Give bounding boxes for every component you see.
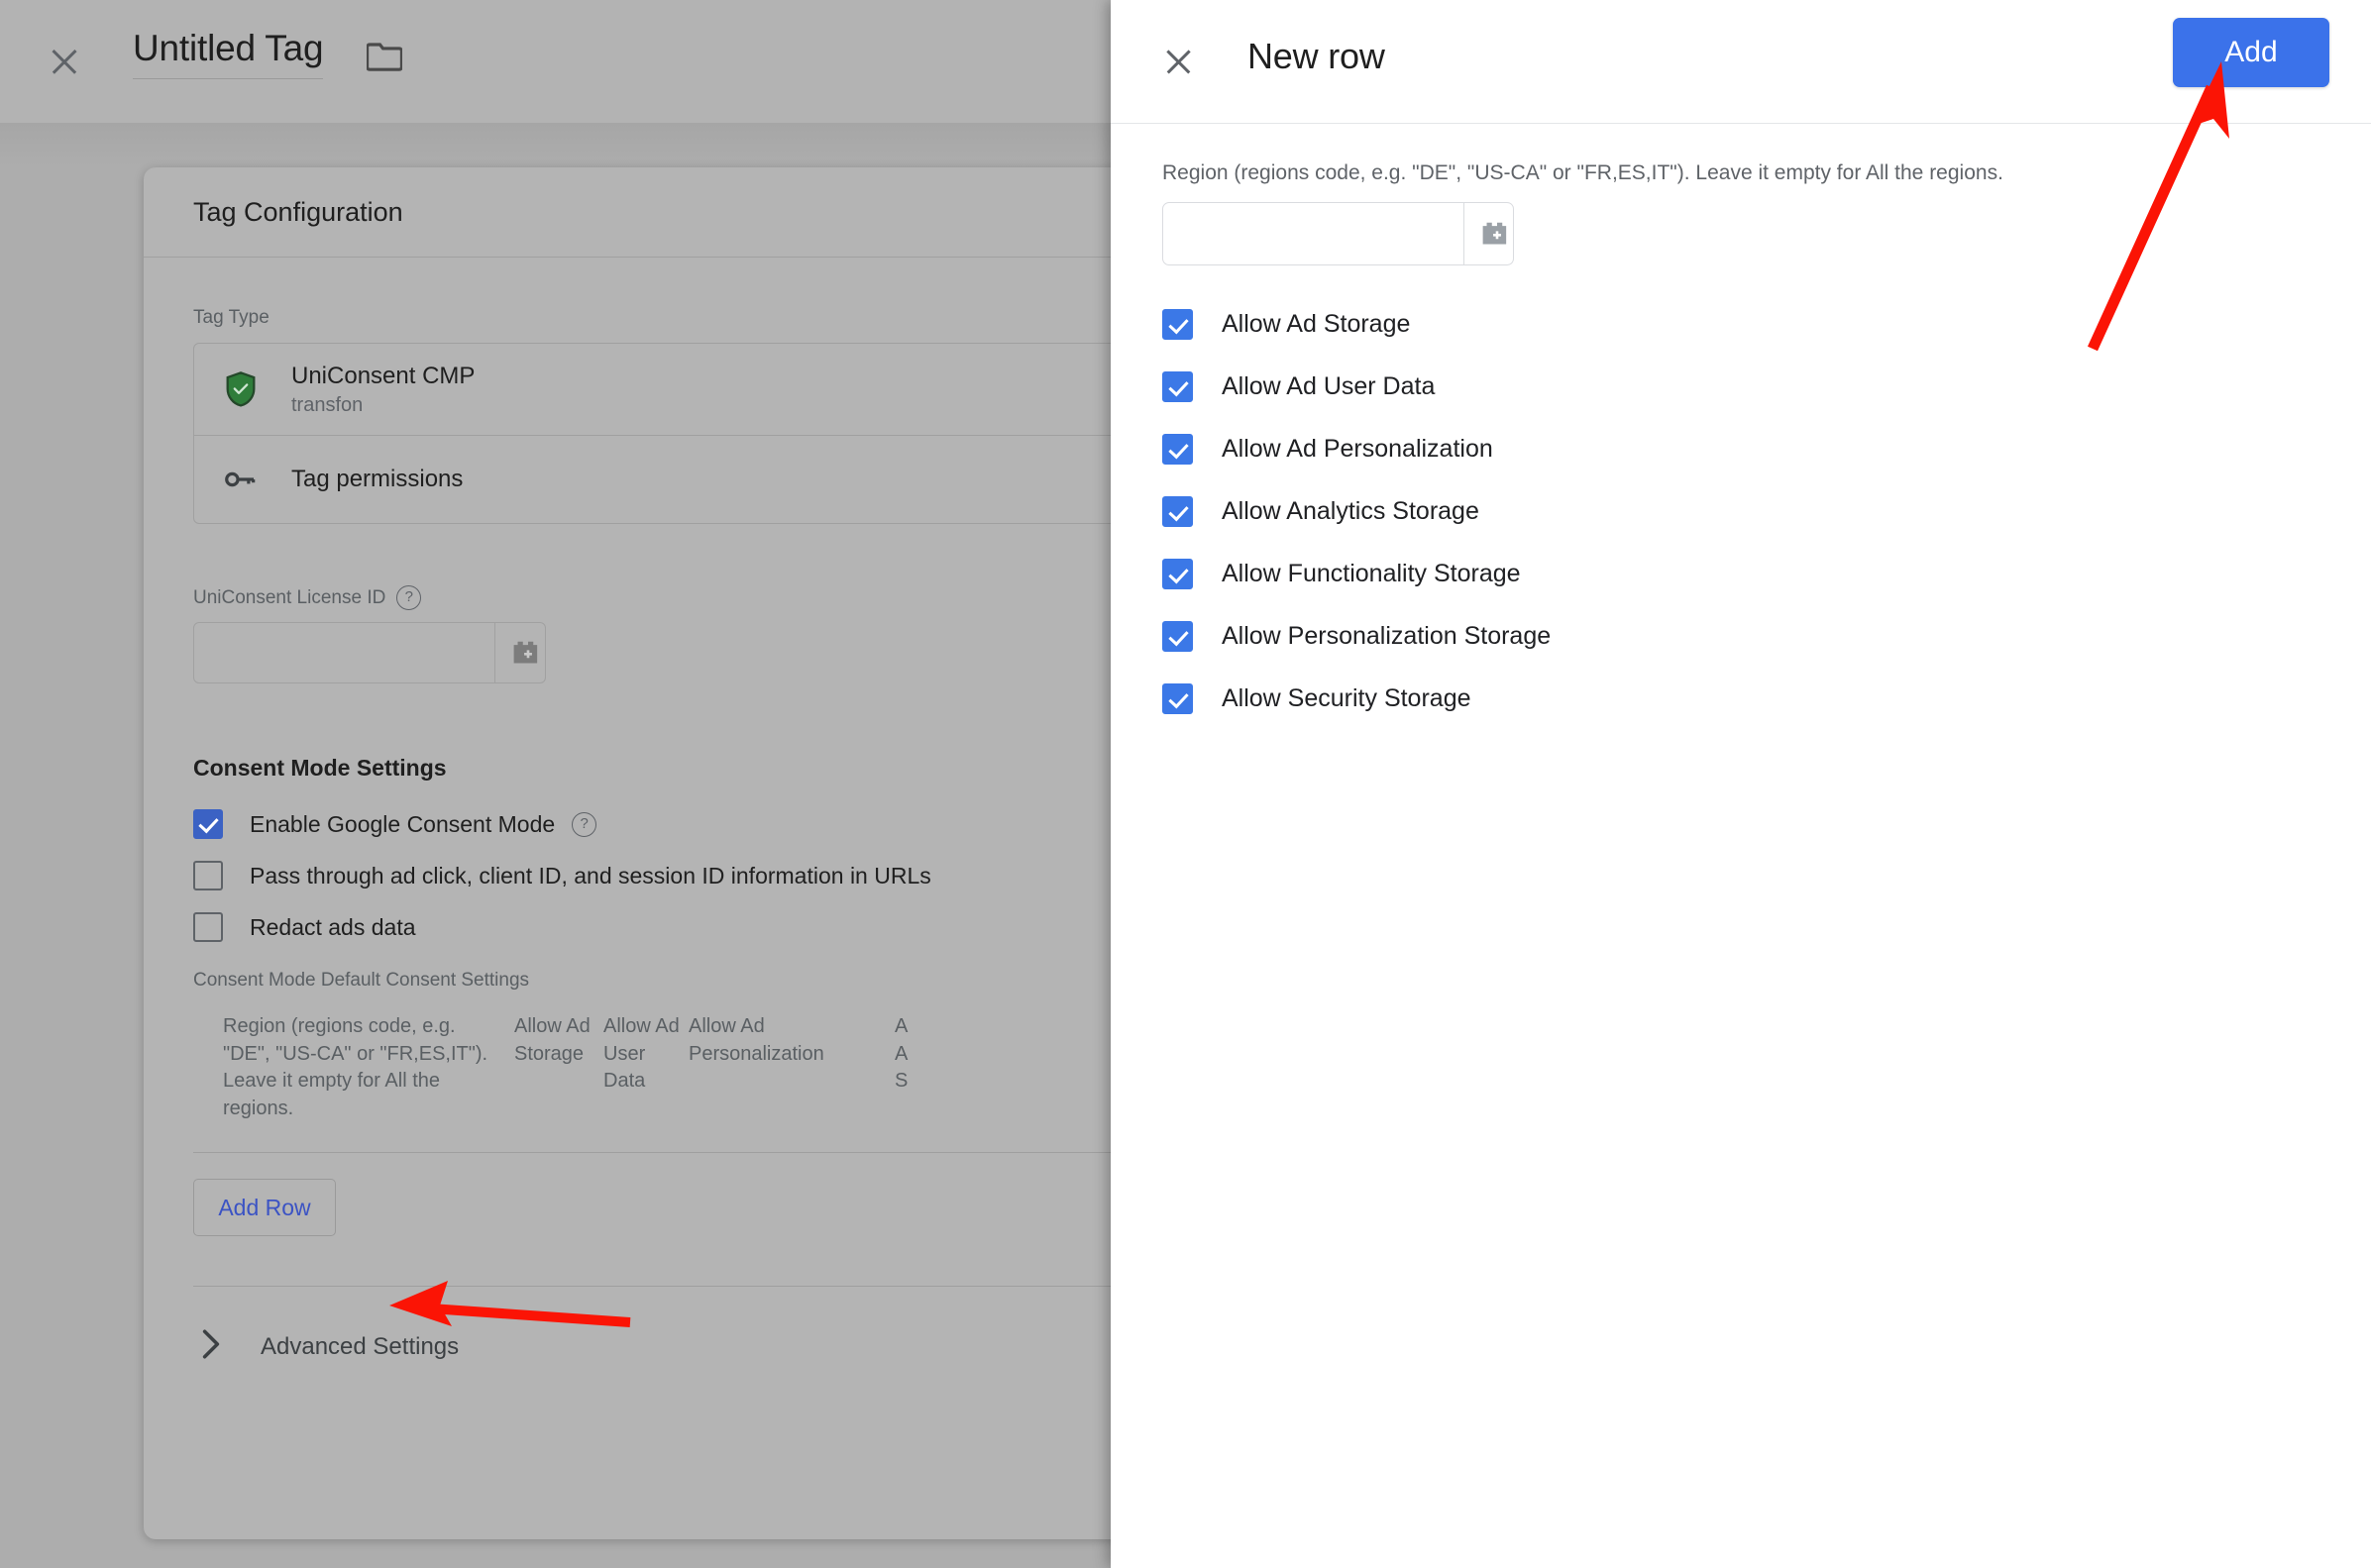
- column-header-allow-ad-storage: Allow Ad Storage: [514, 1015, 591, 1065]
- checkbox-box[interactable]: [1162, 559, 1193, 589]
- advanced-settings-label: Advanced Settings: [261, 1332, 460, 1360]
- checkbox-box[interactable]: [1162, 621, 1193, 652]
- variable-picker-icon[interactable]: [494, 623, 545, 682]
- license-id-label: UniConsent License ID: [193, 586, 386, 608]
- tag-permissions-row[interactable]: Tag permissions: [194, 435, 1111, 523]
- new-row-panel-header: New row Add: [1111, 0, 2371, 124]
- tag-title[interactable]: Untitled Tag: [133, 29, 324, 79]
- tag-type-box: UniConsent CMP transfon Tag permissions: [193, 343, 1111, 524]
- license-id-input-wrap: [193, 622, 546, 683]
- checkbox-label: Allow Ad Personalization: [1222, 435, 1493, 463]
- checkbox-label: Redact ads data: [250, 913, 416, 940]
- add-button[interactable]: Add: [2173, 18, 2329, 87]
- checkbox-allow-security-storage[interactable]: Allow Security Storage: [1162, 668, 2371, 730]
- checkbox-redact-ads-data[interactable]: Redact ads data: [193, 912, 1111, 942]
- checkbox-box[interactable]: [193, 912, 223, 942]
- region-input[interactable]: [1163, 203, 1463, 264]
- checkbox-allow-personalization-storage[interactable]: Allow Personalization Storage: [1162, 605, 2371, 668]
- checkbox-label: Allow Ad User Data: [1222, 372, 1436, 400]
- tag-type-selected-row[interactable]: UniConsent CMP transfon: [194, 344, 1111, 435]
- key-icon: [218, 470, 264, 489]
- chevron-right-icon: [201, 1328, 231, 1365]
- checkbox-label: Allow Analytics Storage: [1222, 497, 1479, 525]
- column-header-allow-ad-personalization: Allow Ad Personalization: [689, 1015, 824, 1065]
- tag-type-name: UniConsent CMP: [291, 363, 476, 389]
- add-row-button[interactable]: Add Row: [193, 1179, 336, 1237]
- region-input-wrap: [1162, 202, 1514, 265]
- shield-check-icon: [218, 370, 264, 408]
- checkbox-label: Allow Functionality Storage: [1222, 560, 1521, 587]
- tag-configuration-card: Tag Configuration Tag Type UniConsent CM…: [144, 167, 1111, 1539]
- license-id-input[interactable]: [194, 623, 494, 682]
- checkbox-enable-google-consent-mode[interactable]: Enable Google Consent Mode ?: [193, 809, 1111, 839]
- tag-editor-topbar: Untitled Tag: [0, 0, 1111, 124]
- checkbox-allow-ad-storage[interactable]: Allow Ad Storage: [1162, 293, 2371, 356]
- checkbox-box[interactable]: [1162, 683, 1193, 714]
- tag-editor-workarea: Tag Configuration Tag Type UniConsent CM…: [0, 123, 1111, 1568]
- column-header-truncated: A A S: [895, 1015, 909, 1093]
- tag-type-vendor: transfon: [291, 394, 364, 416]
- tag-configuration-body: Tag Type UniConsent CMP transfon Tag per…: [144, 258, 1111, 1405]
- tag-configuration-title: Tag Configuration: [193, 196, 403, 227]
- region-field-label: Region (regions code, e.g. "DE", "US-CA"…: [1162, 161, 2003, 184]
- checkbox-label: Allow Ad Storage: [1222, 310, 1411, 338]
- checkbox-box[interactable]: [193, 861, 223, 890]
- consent-mode-section-title: Consent Mode Settings: [193, 755, 447, 781]
- checkbox-allow-ad-user-data[interactable]: Allow Ad User Data: [1162, 356, 2371, 418]
- column-header-allow-ad-user-data: Allow Ad User Data: [603, 1015, 680, 1093]
- consent-mode-settings-block: Consent Mode Settings Enable Google Cons…: [193, 755, 1111, 1237]
- new-row-panel-body: Region (regions code, e.g. "DE", "US-CA"…: [1111, 124, 2371, 730]
- checkbox-pass-through-ad-click[interactable]: Pass through ad click, client ID, and se…: [193, 861, 1111, 890]
- checkbox-box[interactable]: [1162, 309, 1193, 340]
- help-circle-icon[interactable]: ?: [396, 585, 422, 610]
- divider: [193, 1152, 1111, 1154]
- tag-permissions-label: Tag permissions: [291, 466, 464, 492]
- new-row-panel: New row Add Region (regions code, e.g. "…: [1111, 0, 2371, 1568]
- variable-picker-icon[interactable]: [1463, 203, 1513, 264]
- gtm-workspace-backdrop: Untitled Tag Tag Configuration Tag Type: [0, 0, 1111, 1568]
- license-id-block: UniConsent License ID ?: [193, 585, 1111, 683]
- default-consent-table-header: Region (regions code, e.g. "DE", "US-CA"…: [193, 1013, 1111, 1122]
- checkbox-box[interactable]: [1162, 371, 1193, 402]
- checkbox-label: Pass through ad click, client ID, and se…: [250, 862, 931, 889]
- checkbox-box[interactable]: [1162, 434, 1193, 465]
- panel-title: New row: [1247, 36, 1385, 76]
- checkbox-allow-functionality-storage[interactable]: Allow Functionality Storage: [1162, 543, 2371, 605]
- close-icon[interactable]: [1156, 40, 1200, 83]
- column-header-region: Region (regions code, e.g. "DE", "US-CA"…: [223, 1015, 488, 1119]
- checkbox-label: Allow Security Storage: [1222, 684, 1471, 712]
- checkbox-allow-analytics-storage[interactable]: Allow Analytics Storage: [1162, 480, 2371, 543]
- checkbox-allow-ad-personalization[interactable]: Allow Ad Personalization: [1162, 418, 2371, 480]
- checkbox-label: Allow Personalization Storage: [1222, 622, 1552, 650]
- tag-type-label: Tag Type: [193, 307, 269, 328]
- advanced-settings-toggle[interactable]: Advanced Settings: [193, 1287, 1111, 1405]
- close-icon[interactable]: [43, 40, 86, 83]
- tag-configuration-header: Tag Configuration: [144, 167, 1111, 258]
- checkbox-box[interactable]: [1162, 496, 1193, 527]
- default-consent-table-caption: Consent Mode Default Consent Settings: [193, 970, 530, 991]
- folder-icon[interactable]: [366, 42, 403, 71]
- help-circle-icon[interactable]: ?: [572, 811, 597, 837]
- checkbox-label: Enable Google Consent Mode: [250, 810, 556, 837]
- checkbox-box[interactable]: [193, 809, 223, 839]
